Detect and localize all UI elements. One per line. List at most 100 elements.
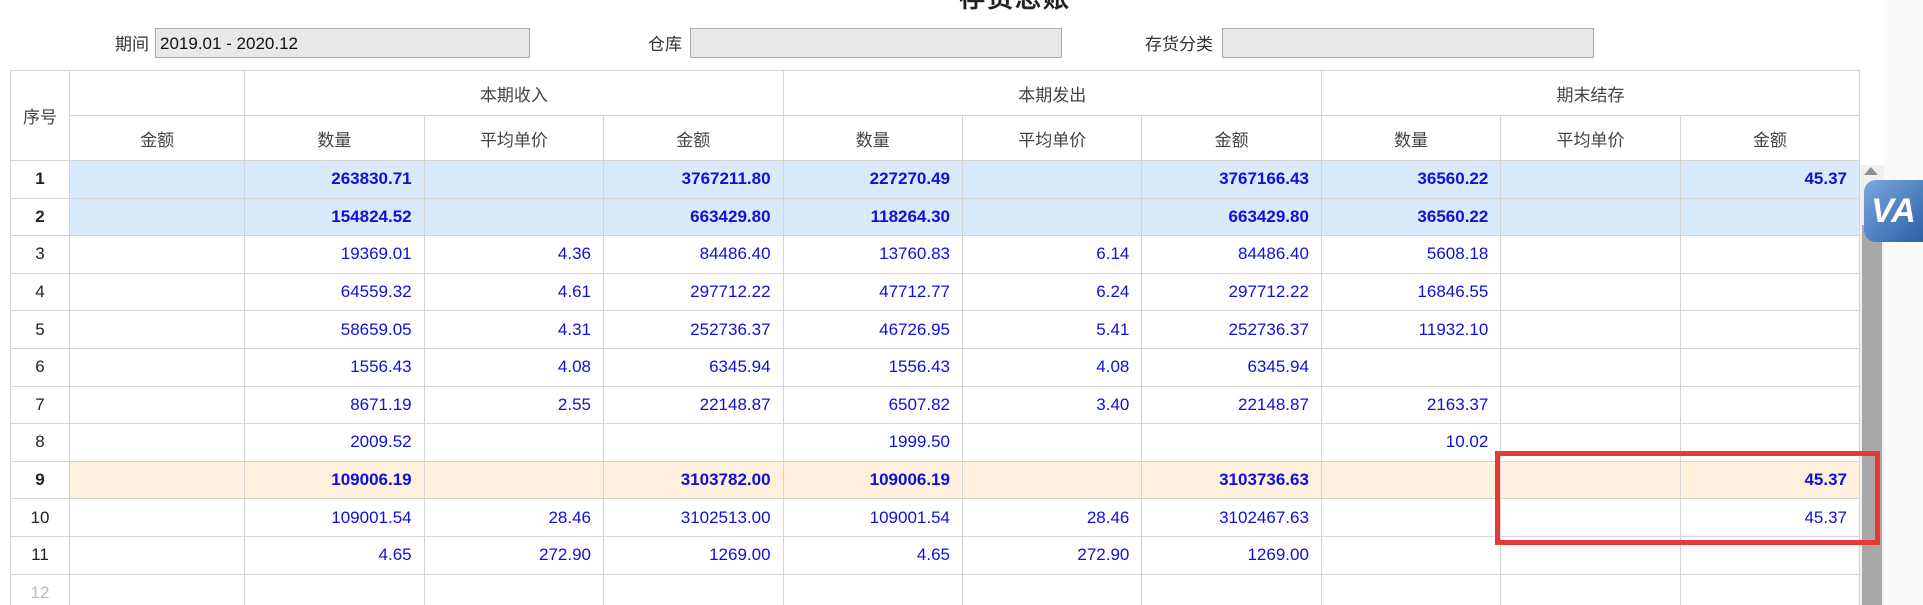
category-field[interactable] (1222, 28, 1594, 58)
scroll-up-icon[interactable] (1864, 167, 1878, 175)
income-qty-cell[interactable]: 1556.43 (244, 347, 425, 387)
issue-amount-cell[interactable]: 297712.22 (1141, 272, 1322, 312)
issue-qty-cell[interactable]: 118264.30 (782, 197, 964, 237)
issue-price-cell[interactable]: 28.46 (962, 498, 1143, 537)
issue-price-cell[interactable]: 6.14 (962, 235, 1143, 274)
table-row[interactable]: 4 64559.32 4.61 297712.22 47712.77 6.24 297712… (10, 272, 1860, 312)
ending-price-cell[interactable] (1500, 535, 1681, 575)
ending-amount-cell[interactable] (1679, 197, 1860, 237)
ending-qty-cell[interactable]: 2163.37 (1320, 385, 1502, 425)
ending-amount-cell[interactable] (1679, 272, 1860, 312)
income-amount-cell[interactable]: 252736.37 (603, 310, 784, 349)
opening-amount-cell[interactable] (68, 385, 246, 425)
issue-qty-cell[interactable]: 13760.83 (782, 235, 964, 274)
income-amount-cell[interactable]: 6345.94 (603, 347, 784, 387)
ending-qty-cell[interactable]: 10.02 (1320, 423, 1502, 462)
income-amount-cell[interactable]: 297712.22 (603, 272, 784, 312)
issue-qty-cell[interactable]: 227270.49 (782, 160, 964, 199)
income-qty-cell[interactable]: 8671.19 (244, 385, 425, 425)
warehouse-field[interactable] (690, 28, 1062, 58)
income-amount-cell[interactable]: 3103782.00 (603, 460, 784, 500)
ending-qty-cell[interactable] (1320, 573, 1502, 605)
income-qty-cell[interactable]: 4.65 (244, 535, 425, 575)
issue-amount-cell[interactable]: 22148.87 (1141, 385, 1322, 425)
issue-amount-cell[interactable]: 6345.94 (1141, 347, 1322, 387)
ending-price-cell[interactable] (1500, 423, 1681, 462)
income-amount-cell[interactable] (603, 423, 784, 462)
ending-amount-cell[interactable]: 45.37 (1679, 160, 1860, 199)
table-row[interactable]: 10 109001.54 28.46 3102513.00 109001.54 28.46… (10, 498, 1860, 537)
opening-amount-cell[interactable] (68, 310, 246, 349)
income-price-cell[interactable] (423, 197, 605, 237)
table-row[interactable]: 12 (10, 573, 1860, 605)
opening-amount-cell[interactable] (68, 272, 246, 312)
income-price-cell[interactable]: 4.36 (423, 235, 605, 274)
ending-qty-cell[interactable]: 16846.55 (1320, 272, 1502, 312)
opening-amount-cell[interactable] (68, 423, 246, 462)
scroll-thumb[interactable] (1862, 225, 1882, 605)
income-price-cell[interactable]: 4.61 (423, 272, 605, 312)
issue-amount-cell[interactable] (1141, 573, 1322, 605)
ending-amount-cell[interactable] (1679, 423, 1860, 462)
opening-amount-cell[interactable] (68, 498, 246, 537)
income-amount-cell[interactable]: 1269.00 (603, 535, 784, 575)
income-price-cell[interactable]: 4.08 (423, 347, 605, 387)
table-row[interactable]: 5 58659.05 4.31 252736.37 46726.95 5.41 252736… (10, 310, 1860, 349)
issue-amount-cell[interactable]: 663429.80 (1141, 197, 1322, 237)
ending-amount-cell[interactable] (1679, 347, 1860, 387)
ending-qty-cell[interactable] (1320, 535, 1502, 575)
issue-price-cell[interactable]: 3.40 (962, 385, 1143, 425)
issue-qty-cell[interactable]: 46726.95 (782, 310, 964, 349)
income-price-cell[interactable] (423, 160, 605, 199)
income-price-cell[interactable]: 272.90 (423, 535, 605, 575)
table-row[interactable]: 9 109006.19 3103782.00 109006.19 3103736.63 4… (10, 460, 1860, 500)
ending-amount-cell[interactable] (1679, 385, 1860, 425)
ending-amount-cell[interactable]: 45.37 (1679, 498, 1860, 537)
issue-qty-cell[interactable]: 1999.50 (782, 423, 964, 462)
income-qty-cell[interactable]: 154824.52 (244, 197, 425, 237)
ending-amount-cell[interactable] (1679, 535, 1860, 575)
income-qty-cell[interactable]: 263830.71 (244, 160, 425, 199)
ending-price-cell[interactable] (1500, 573, 1681, 605)
table-row[interactable]: 2 154824.52 663429.80 118264.30 663429.80 365… (10, 197, 1860, 237)
income-amount-cell[interactable]: 84486.40 (603, 235, 784, 274)
opening-amount-cell[interactable] (68, 160, 246, 199)
income-amount-cell[interactable]: 3767211.80 (603, 160, 784, 199)
opening-amount-cell[interactable] (68, 535, 246, 575)
issue-amount-cell[interactable] (1141, 423, 1322, 462)
income-qty-cell[interactable]: 19369.01 (244, 235, 425, 274)
issue-amount-cell[interactable]: 252736.37 (1141, 310, 1322, 349)
issue-amount-cell[interactable]: 3103736.63 (1141, 460, 1322, 500)
income-amount-cell[interactable]: 3102513.00 (603, 498, 784, 537)
opening-amount-cell[interactable] (68, 347, 246, 387)
income-amount-cell[interactable] (603, 573, 784, 605)
issue-qty-cell[interactable]: 109006.19 (782, 460, 964, 500)
table-row[interactable]: 6 1556.43 4.08 6345.94 1556.43 4.08 6345.94 (10, 347, 1860, 387)
issue-qty-cell[interactable] (782, 573, 964, 605)
issue-amount-cell[interactable]: 1269.00 (1141, 535, 1322, 575)
income-price-cell[interactable] (423, 423, 605, 462)
issue-price-cell[interactable]: 272.90 (962, 535, 1143, 575)
ending-price-cell[interactable] (1500, 347, 1681, 387)
income-qty-cell[interactable]: 109006.19 (244, 460, 425, 500)
income-amount-cell[interactable]: 663429.80 (603, 197, 784, 237)
table-row[interactable]: 7 8671.19 2.55 22148.87 6507.82 3.40 22148.87 2… (10, 385, 1860, 425)
ending-price-cell[interactable] (1500, 160, 1681, 199)
table-row[interactable]: 1 263830.71 3767211.80 227270.49 3767166.43 3… (10, 160, 1860, 199)
ending-price-cell[interactable] (1500, 235, 1681, 274)
ending-qty-cell[interactable] (1320, 347, 1502, 387)
opening-amount-cell[interactable] (68, 235, 246, 274)
table-row[interactable]: 3 19369.01 4.36 84486.40 13760.83 6.14 84486.4… (10, 235, 1860, 274)
income-qty-cell[interactable]: 64559.32 (244, 272, 425, 312)
issue-qty-cell[interactable]: 109001.54 (782, 498, 964, 537)
opening-amount-cell[interactable] (68, 573, 246, 605)
income-price-cell[interactable] (423, 573, 605, 605)
ending-qty-cell[interactable] (1320, 460, 1502, 500)
issue-price-cell[interactable] (962, 160, 1143, 199)
ending-price-cell[interactable] (1500, 272, 1681, 312)
table-row[interactable]: 8 2009.52 1999.50 10.02 (10, 423, 1860, 462)
float-assistant-icon[interactable]: VA (1864, 180, 1923, 242)
issue-price-cell[interactable]: 6.24 (962, 272, 1143, 312)
ending-qty-cell[interactable]: 5608.18 (1320, 235, 1502, 274)
issue-price-cell[interactable] (962, 573, 1143, 605)
